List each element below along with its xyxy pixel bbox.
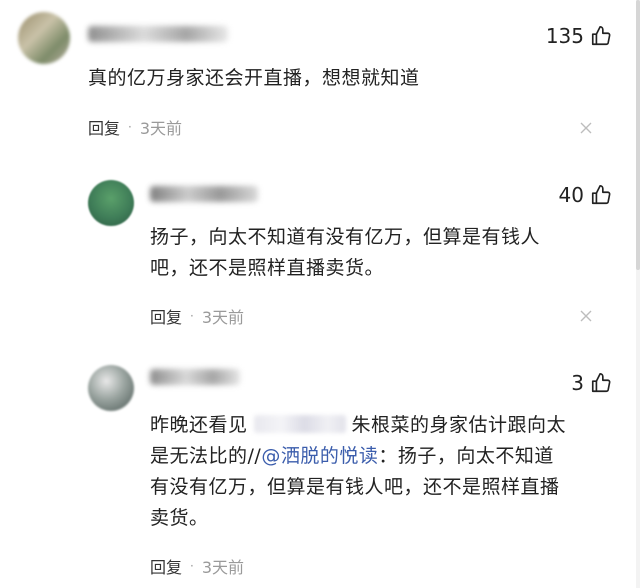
comment-meta: 回复 · 3天前 (150, 554, 244, 578)
comment-text-line: 扬子，向太不知道有没有亿万，但算是有钱人 (150, 226, 541, 248)
username-redacted[interactable] (150, 186, 258, 202)
comment-meta: 回复 · 3天前 (150, 304, 244, 328)
text-segment: 是无法比的// (150, 445, 262, 467)
thumbs-up-icon (590, 184, 612, 206)
like-count: 3 (571, 371, 584, 395)
avatar[interactable] (18, 12, 70, 64)
separator: · (190, 559, 194, 573)
avatar[interactable] (88, 365, 134, 411)
comment-text-line: 是无法比的//@洒脱的悦读：扬子，向太不知道 (150, 441, 566, 472)
mention-link[interactable]: @洒脱的悦读 (261, 445, 378, 467)
text-segment: ：扬子，向太不知道 (378, 445, 554, 467)
comment-text-line: 昨晚还看见 朱根菜的身家估计跟向太 (150, 410, 566, 441)
reply-button[interactable]: 回复 (88, 115, 120, 139)
reply-button[interactable]: 回复 (150, 554, 182, 578)
separator: · (190, 309, 194, 323)
timestamp: 3天前 (201, 558, 245, 577)
like-count: 135 (545, 24, 584, 48)
reply-button[interactable]: 回复 (150, 304, 182, 328)
text-segment: 朱根菜的身家估计跟向太 (351, 414, 567, 436)
avatar[interactable] (88, 180, 134, 226)
close-icon[interactable] (580, 310, 592, 322)
scrollbar-thumb[interactable] (636, 0, 640, 270)
close-icon[interactable] (580, 122, 592, 134)
comment-3: 3 昨晚还看见 朱根菜的身家估计跟向太 是无法比的//@洒脱的悦读：扬子，向太不知… (0, 355, 640, 588)
comment-meta: 回复 · 3天前 (88, 115, 182, 139)
redacted-text (253, 415, 346, 433)
comment-1: 135 真的亿万身家还会开直播，想想就知道 回复 · 3天前 (0, 0, 640, 160)
comment-text: 真的亿万身家还会开直播，想想就知道 (88, 67, 420, 89)
username-redacted[interactable] (88, 26, 228, 42)
username-redacted[interactable] (150, 369, 240, 385)
timestamp: 3天前 (139, 119, 183, 138)
thumbs-up-icon (590, 372, 612, 394)
timestamp: 3天前 (201, 308, 245, 327)
thumbs-up-icon (590, 25, 612, 47)
like-button[interactable]: 40 (559, 183, 612, 207)
like-button[interactable]: 135 (546, 24, 612, 48)
comment-2: 40 扬子，向太不知道有没有亿万，但算是有钱人 吧，还不是照样直播卖货。 回复 … (0, 170, 640, 350)
like-count: 40 (558, 183, 584, 207)
comment-text-line: 有没有亿万，但算是有钱人吧，还不是照样直播 (150, 476, 560, 498)
separator: · (128, 120, 132, 134)
like-button[interactable]: 3 (571, 371, 612, 395)
comment-text-line: 吧，还不是照样直播卖货。 (150, 257, 385, 279)
comment-text: 扬子，向太不知道有没有亿万，但算是有钱人 吧，还不是照样直播卖货。 (150, 222, 540, 284)
comment-text: 昨晚还看见 朱根菜的身家估计跟向太 是无法比的//@洒脱的悦读：扬子，向太不知道 … (150, 410, 566, 534)
text-segment: 昨晚还看见 (150, 414, 248, 436)
comment-text-line: 卖货。 (150, 507, 209, 529)
